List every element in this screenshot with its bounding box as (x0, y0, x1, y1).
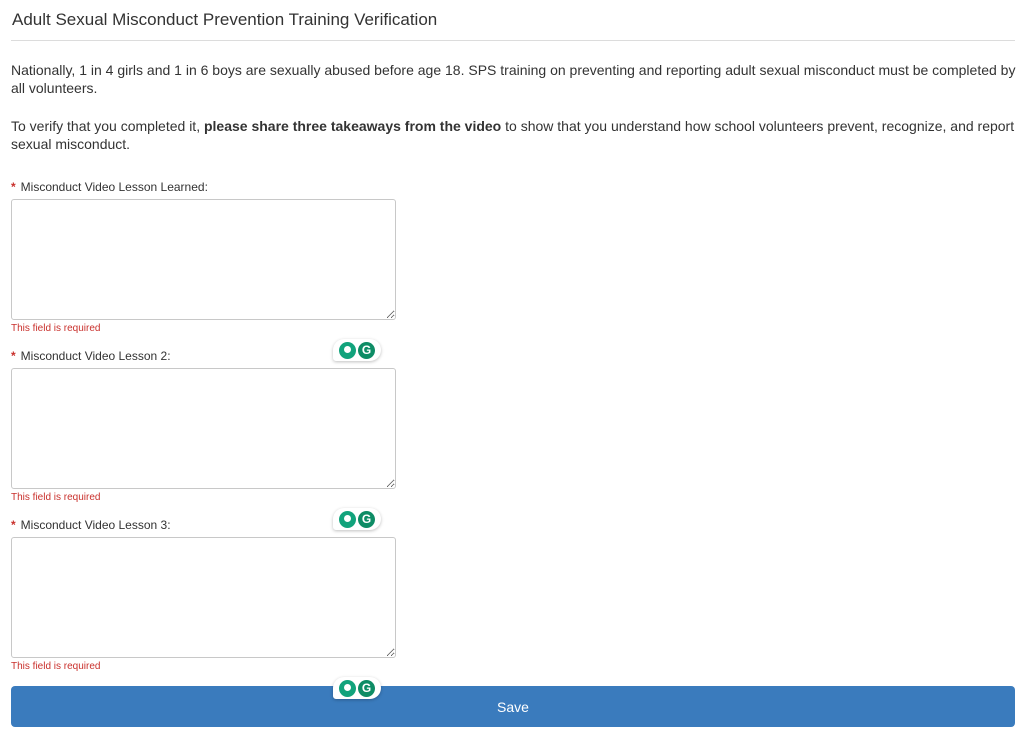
field-label-lesson-2: * Misconduct Video Lesson 2: (11, 349, 171, 363)
required-marker: * (11, 180, 16, 194)
lesson-1-textarea[interactable] (11, 199, 396, 320)
lesson-3-textarea[interactable] (11, 537, 396, 658)
required-marker: * (11, 349, 16, 363)
field-label-text: Misconduct Video Lesson 3: (20, 518, 171, 532)
field-label-text: Misconduct Video Lesson 2: (20, 349, 171, 363)
grammarly-widget[interactable]: G (333, 339, 381, 361)
grammarly-widget[interactable]: G (333, 677, 381, 699)
lightbulb-icon[interactable] (339, 510, 356, 528)
field-error-lesson-1: This field is required (11, 323, 101, 334)
verify-paragraph: To verify that you completed it, please … (11, 117, 1021, 153)
intro-paragraph: Nationally, 1 in 4 girls and 1 in 6 boys… (11, 62, 1016, 96)
grammarly-g-icon[interactable]: G (358, 510, 375, 528)
save-button[interactable]: Save (11, 686, 1015, 727)
grammarly-widget[interactable]: G (333, 508, 381, 530)
field-error-lesson-3: This field is required (11, 661, 101, 672)
grammarly-g-icon[interactable]: G (358, 341, 375, 359)
lesson-2-textarea[interactable] (11, 368, 396, 489)
title-divider (11, 40, 1015, 41)
grammarly-g-icon[interactable]: G (358, 679, 375, 697)
field-error-lesson-2: This field is required (11, 492, 101, 503)
verify-bold: please share three takeaways from the vi… (203, 118, 502, 134)
lightbulb-icon[interactable] (339, 341, 356, 359)
field-label-lesson-3: * Misconduct Video Lesson 3: (11, 518, 171, 532)
lightbulb-icon[interactable] (339, 679, 356, 697)
field-label-lesson-1: * Misconduct Video Lesson Learned: (11, 180, 208, 194)
field-label-text: Misconduct Video Lesson Learned: (20, 180, 208, 194)
page-title: Adult Sexual Misconduct Prevention Train… (12, 10, 438, 29)
verify-prefix: To verify that you completed it, (11, 118, 204, 134)
required-marker: * (11, 518, 16, 532)
